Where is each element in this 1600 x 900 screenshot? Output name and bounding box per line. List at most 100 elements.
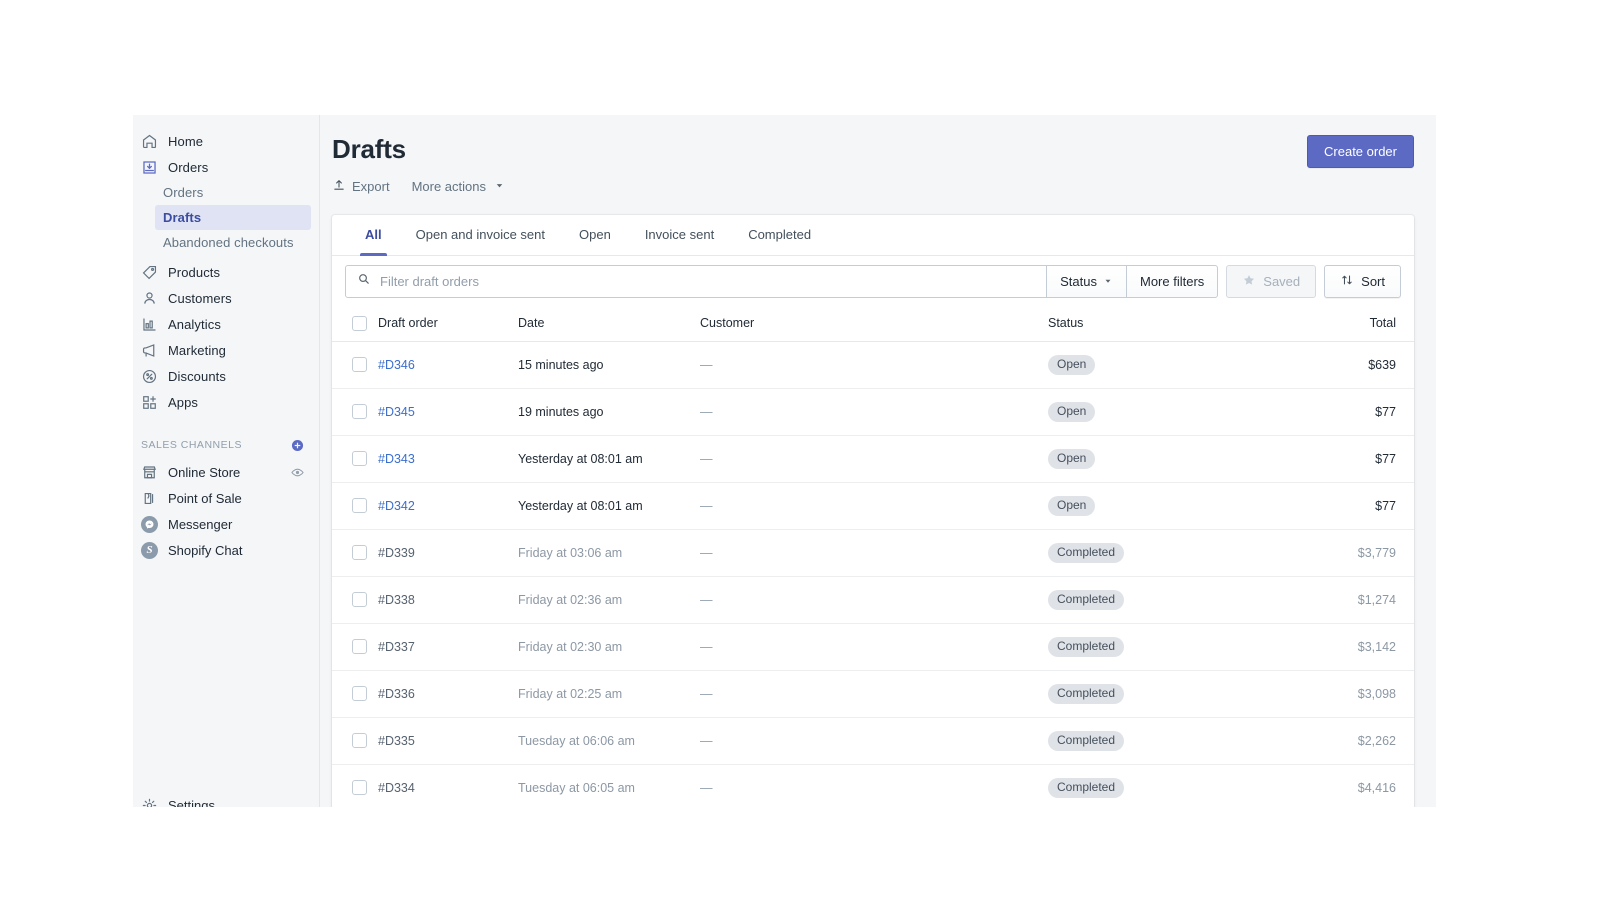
create-order-button[interactable]: Create order <box>1307 135 1414 168</box>
main-content: Drafts Export More actions <box>320 115 1436 807</box>
draft-order-link[interactable]: #D343 <box>378 452 415 466</box>
row-checkbox[interactable] <box>352 451 367 466</box>
tab-open[interactable]: Open <box>562 215 628 255</box>
table-row[interactable]: #D339Friday at 03:06 am—Completed$3,779 <box>332 529 1414 576</box>
table-row[interactable]: #D337Friday at 02:30 am—Completed$3,142 <box>332 623 1414 670</box>
sidebar-item-apps[interactable]: Apps <box>133 389 311 415</box>
cell-total: $3,098 <box>1294 670 1414 717</box>
sort-button[interactable]: Sort <box>1324 265 1401 298</box>
sidebar-item-label: Customers <box>168 291 232 306</box>
preview-eye-icon[interactable] <box>290 465 305 480</box>
page-header: Drafts Export More actions <box>332 135 1414 195</box>
add-sales-channel-icon[interactable] <box>290 438 305 453</box>
row-select-cell <box>332 764 378 807</box>
draft-order-link[interactable]: #D338 <box>378 593 415 607</box>
search-input[interactable]: Filter draft orders <box>345 265 1047 298</box>
cell-draft-order: #D338 <box>378 576 518 623</box>
table-row[interactable]: #D34615 minutes ago—Open$639 <box>332 341 1414 388</box>
sidebar-item-orders[interactable]: Orders <box>133 154 311 180</box>
person-icon <box>141 290 158 307</box>
row-select-cell <box>332 670 378 717</box>
row-checkbox[interactable] <box>352 639 367 654</box>
row-checkbox[interactable] <box>352 498 367 513</box>
sidebar-item-products[interactable]: Products <box>133 259 311 285</box>
draft-order-link[interactable]: #D342 <box>378 499 415 513</box>
table-row[interactable]: #D34519 minutes ago—Open$77 <box>332 388 1414 435</box>
sidebar-subitem-label: Abandoned checkouts <box>163 235 294 250</box>
sidebar-item-label: Products <box>168 265 220 280</box>
table-row[interactable]: #D336Friday at 02:25 am—Completed$3,098 <box>332 670 1414 717</box>
row-checkbox[interactable] <box>352 357 367 372</box>
sidebar-item-home[interactable]: Home <box>133 128 311 154</box>
tab-invoice-sent[interactable]: Invoice sent <box>628 215 731 255</box>
sidebar-item-label: Orders <box>168 160 208 175</box>
sidebar-item-point-of-sale[interactable]: Point of Sale <box>133 485 311 511</box>
tab-label: All <box>365 227 382 242</box>
row-checkbox[interactable] <box>352 686 367 701</box>
sidebar-item-analytics[interactable]: Analytics <box>133 311 311 337</box>
table-header: Draft order Date Customer Status Total <box>332 307 1414 342</box>
more-filters-button[interactable]: More filters <box>1126 265 1218 298</box>
draft-order-link[interactable]: #D339 <box>378 546 415 560</box>
sidebar-item-customers[interactable]: Customers <box>133 285 311 311</box>
status-badge: Open <box>1048 355 1095 375</box>
sidebar-item-discounts[interactable]: Discounts <box>133 363 311 389</box>
sidebar-item-label: Home <box>168 134 203 149</box>
cell-customer: — <box>700 576 1048 623</box>
table-row[interactable]: #D335Tuesday at 06:06 am—Completed$2,262 <box>332 717 1414 764</box>
row-checkbox[interactable] <box>352 733 367 748</box>
draft-order-link[interactable]: #D334 <box>378 781 415 795</box>
sidebar-item-label: Discounts <box>168 369 226 384</box>
table-row[interactable]: #D338Friday at 02:36 am—Completed$1,274 <box>332 576 1414 623</box>
table-row[interactable]: #D334Tuesday at 06:05 am—Completed$4,416 <box>332 764 1414 807</box>
tab-open-and-invoice-sent[interactable]: Open and invoice sent <box>399 215 562 255</box>
cell-customer: — <box>700 764 1048 807</box>
row-select-cell <box>332 576 378 623</box>
apps-icon <box>141 394 158 411</box>
cell-draft-order: #D336 <box>378 670 518 717</box>
select-all-header <box>332 307 378 342</box>
cell-draft-order: #D342 <box>378 482 518 529</box>
row-select-cell <box>332 435 378 482</box>
select-all-checkbox[interactable] <box>352 316 367 331</box>
cell-total: $3,142 <box>1294 623 1414 670</box>
more-actions-button[interactable]: More actions <box>412 179 505 194</box>
sidebar-subitem-orders[interactable]: Orders <box>155 180 311 205</box>
sidebar-subitem-abandoned-checkouts[interactable]: Abandoned checkouts <box>155 230 311 255</box>
sidebar-item-online-store[interactable]: Online Store <box>133 459 311 485</box>
export-button[interactable]: Export <box>332 178 390 195</box>
filter-toolbar: Filter draft orders Status More filters <box>332 256 1414 307</box>
cell-customer: — <box>700 670 1048 717</box>
sidebar-item-shopify-chat[interactable]: S Shopify Chat <box>133 537 311 563</box>
tab-completed[interactable]: Completed <box>731 215 828 255</box>
sidebar-item-label: Online Store <box>168 465 280 480</box>
sidebar-item-label: Analytics <box>168 317 221 332</box>
tab-all[interactable]: All <box>348 215 399 255</box>
row-checkbox[interactable] <box>352 404 367 419</box>
row-checkbox[interactable] <box>352 545 367 560</box>
table-row[interactable]: #D343Yesterday at 08:01 am—Open$77 <box>332 435 1414 482</box>
row-checkbox[interactable] <box>352 592 367 607</box>
saved-button[interactable]: Saved <box>1226 265 1316 298</box>
sidebar-item-settings[interactable]: Settings <box>133 792 215 807</box>
row-checkbox[interactable] <box>352 780 367 795</box>
sidebar-subitem-drafts[interactable]: Drafts <box>155 205 311 230</box>
sidebar-item-messenger[interactable]: Messenger <box>133 511 311 537</box>
sidebar-item-marketing[interactable]: Marketing <box>133 337 311 363</box>
status-filter-dropdown[interactable]: Status <box>1046 265 1127 298</box>
tag-icon <box>141 264 158 281</box>
cell-date: Friday at 02:25 am <box>518 670 700 717</box>
sidebar-item-label: Apps <box>168 395 198 410</box>
draft-order-link[interactable]: #D346 <box>378 358 415 372</box>
cell-customer: — <box>700 482 1048 529</box>
draft-order-link[interactable]: #D336 <box>378 687 415 701</box>
table-body: #D34615 minutes ago—Open$639#D34519 minu… <box>332 341 1414 807</box>
draft-order-link[interactable]: #D345 <box>378 405 415 419</box>
cell-status: Completed <box>1048 717 1294 764</box>
cell-customer: — <box>700 529 1048 576</box>
tab-label: Invoice sent <box>645 227 714 242</box>
table-row[interactable]: #D342Yesterday at 08:01 am—Open$77 <box>332 482 1414 529</box>
status-badge: Completed <box>1048 637 1124 657</box>
draft-order-link[interactable]: #D335 <box>378 734 415 748</box>
draft-order-link[interactable]: #D337 <box>378 640 415 654</box>
